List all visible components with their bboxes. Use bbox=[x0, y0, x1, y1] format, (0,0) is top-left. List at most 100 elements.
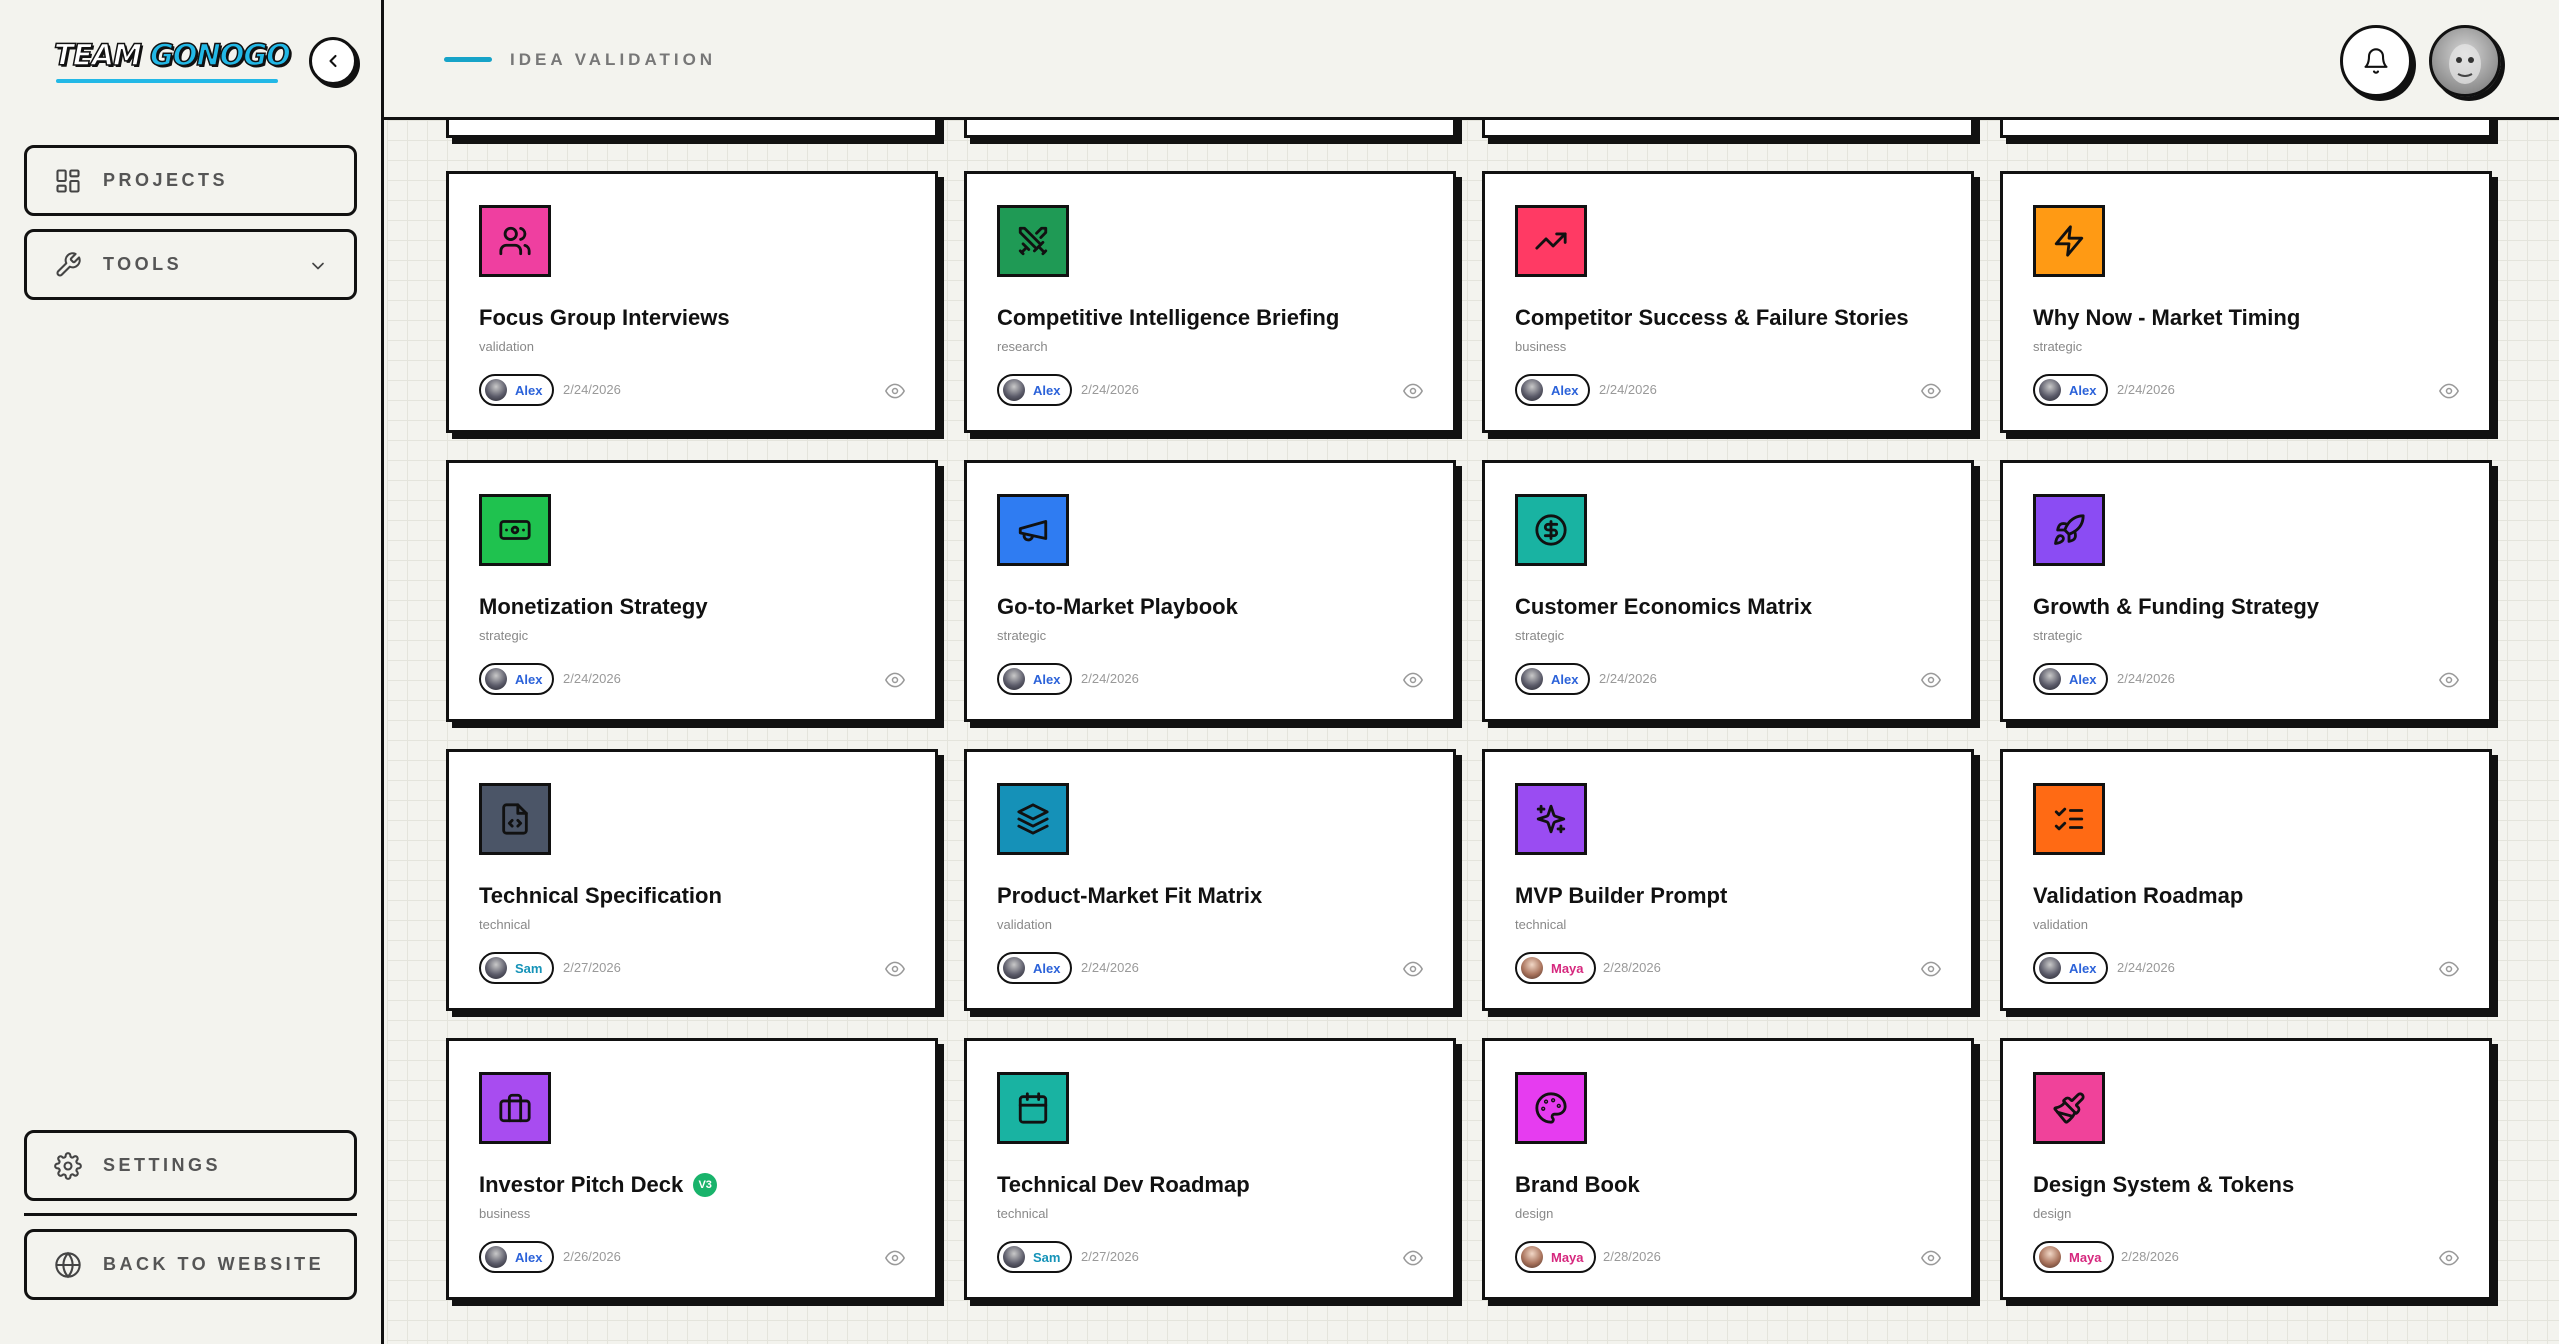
card-category: design bbox=[2033, 1206, 2072, 1221]
author-pill[interactable]: Alex bbox=[1515, 374, 1591, 406]
document-card[interactable]: Competitive Intelligence Briefing researc… bbox=[964, 171, 1456, 433]
card-category: strategic bbox=[2033, 628, 2083, 643]
document-card[interactable]: Focus Group Interviews validation Alex 2/24… bbox=[446, 171, 938, 433]
author-name: Alex bbox=[515, 1249, 543, 1265]
eye-icon[interactable] bbox=[1403, 959, 1423, 984]
card-title-text: Competitive Intelligence Briefing bbox=[997, 305, 1340, 330]
document-card[interactable]: Design System & Tokens design Maya 2/28/202… bbox=[2000, 1038, 2492, 1300]
avatar bbox=[485, 1246, 507, 1268]
author-pill[interactable]: Alex bbox=[997, 663, 1073, 695]
eye-icon[interactable] bbox=[885, 670, 905, 695]
card-category: business bbox=[479, 1206, 531, 1221]
nav-tools-button[interactable]: TOOLS bbox=[24, 229, 357, 300]
card-date: 2/28/2026 bbox=[1603, 960, 1661, 975]
author-pill[interactable]: Alex bbox=[1515, 663, 1591, 695]
eye-icon[interactable] bbox=[1921, 381, 1941, 406]
author-pill[interactable]: Alex bbox=[997, 374, 1073, 406]
author-pill[interactable]: Maya bbox=[1515, 952, 1596, 984]
eye-icon[interactable] bbox=[1403, 381, 1423, 406]
calendar-icon bbox=[1018, 1092, 1048, 1124]
dollar-circle-icon bbox=[1535, 514, 1567, 546]
card-partial[interactable] bbox=[964, 120, 1456, 138]
document-card[interactable]: Growth & Funding Strategy strategic Alex 2/… bbox=[2000, 460, 2492, 722]
document-card[interactable]: Product-Market Fit Matrix validation Alex 2… bbox=[964, 749, 1456, 1011]
eye-icon[interactable] bbox=[2439, 1248, 2459, 1273]
author-pill[interactable]: Sam bbox=[479, 952, 555, 984]
document-card[interactable]: Validation Roadmap validation Alex 2/24/202… bbox=[2000, 749, 2492, 1011]
document-card[interactable]: Technical Specification technical Sam 2/27/… bbox=[446, 749, 938, 1011]
card-title: MVP Builder Prompt bbox=[1515, 883, 1727, 909]
card-partial[interactable] bbox=[446, 120, 938, 138]
avatar bbox=[1521, 379, 1543, 401]
eye-icon[interactable] bbox=[885, 959, 905, 984]
author-name: Maya bbox=[2069, 1249, 2102, 1265]
chevron-down-icon bbox=[308, 256, 328, 281]
card-title: Product-Market Fit Matrix bbox=[997, 883, 1262, 909]
document-card[interactable]: MVP Builder Prompt technical Maya 2/28/2026 bbox=[1482, 749, 1974, 1011]
card-icon-tile bbox=[2033, 494, 2105, 566]
document-card[interactable]: Investor Pitch Deck V3 business Alex 2/26/20… bbox=[446, 1038, 938, 1300]
avatar bbox=[2039, 1246, 2061, 1268]
card-date: 2/28/2026 bbox=[2121, 1249, 2179, 1264]
author-pill[interactable]: Alex bbox=[2033, 663, 2109, 695]
author-pill[interactable]: Alex bbox=[479, 374, 555, 406]
document-card[interactable]: Competitor Success & Failure Stories busi… bbox=[1482, 171, 1974, 433]
document-card[interactable]: Go-to-Market Playbook strategic Alex 2/24/2… bbox=[964, 460, 1456, 722]
eye-icon[interactable] bbox=[2439, 959, 2459, 984]
author-pill[interactable]: Alex bbox=[997, 952, 1073, 984]
avatar-image bbox=[2449, 44, 2481, 84]
sparkles-icon bbox=[1536, 804, 1566, 834]
author-name: Alex bbox=[1551, 671, 1579, 687]
card-date: 2/24/2026 bbox=[563, 671, 621, 686]
card-title-text: Technical Specification bbox=[479, 883, 722, 908]
logo-text-gonogo: GONOGO bbox=[149, 37, 291, 73]
card-date: 2/24/2026 bbox=[563, 382, 621, 397]
eye-icon[interactable] bbox=[2439, 381, 2459, 406]
eye-icon[interactable] bbox=[1921, 959, 1941, 984]
card-icon-tile bbox=[1515, 1072, 1587, 1144]
avatar bbox=[2039, 379, 2061, 401]
eye-icon[interactable] bbox=[1403, 670, 1423, 695]
card-category: validation bbox=[479, 339, 534, 354]
user-avatar-button[interactable] bbox=[2429, 25, 2501, 97]
author-pill[interactable]: Alex bbox=[2033, 952, 2109, 984]
card-title-text: Brand Book bbox=[1515, 1172, 1640, 1197]
document-card[interactable]: Why Now - Market Timing strategic Alex 2/24… bbox=[2000, 171, 2492, 433]
nav-projects-button[interactable]: PROJECTS bbox=[24, 145, 357, 216]
author-pill[interactable]: Maya bbox=[2033, 1241, 2114, 1273]
document-card[interactable]: Monetization Strategy strategic Alex 2/24/2… bbox=[446, 460, 938, 722]
paintbrush-icon bbox=[2053, 1092, 2085, 1124]
card-date: 2/24/2026 bbox=[1081, 382, 1139, 397]
card-title: Technical Dev Roadmap bbox=[997, 1172, 1250, 1198]
author-pill[interactable]: Alex bbox=[2033, 374, 2109, 406]
author-pill[interactable]: Alex bbox=[479, 663, 555, 695]
version-badge: V3 bbox=[693, 1173, 718, 1197]
card-date: 2/24/2026 bbox=[1081, 671, 1139, 686]
document-card[interactable]: Brand Book design Maya 2/28/2026 bbox=[1482, 1038, 1974, 1300]
eye-icon[interactable] bbox=[1921, 670, 1941, 695]
eye-icon[interactable] bbox=[1921, 1248, 1941, 1273]
layers-icon bbox=[1017, 803, 1049, 835]
author-pill[interactable]: Maya bbox=[1515, 1241, 1596, 1273]
document-card[interactable]: Customer Economics Matrix strategic Alex 2/… bbox=[1482, 460, 1974, 722]
collapse-sidebar-button[interactable] bbox=[309, 37, 357, 85]
back-to-website-button[interactable]: BACK TO WEBSITE bbox=[24, 1229, 357, 1300]
card-partial[interactable] bbox=[1482, 120, 1974, 138]
document-card[interactable]: Technical Dev Roadmap technical Sam 2/27/20… bbox=[964, 1038, 1456, 1300]
card-category: strategic bbox=[479, 628, 529, 643]
notifications-button[interactable] bbox=[2340, 25, 2412, 97]
card-title: Customer Economics Matrix bbox=[1515, 594, 1812, 620]
logo[interactable]: TEAM GONOGO bbox=[53, 37, 291, 73]
eye-icon[interactable] bbox=[885, 381, 905, 406]
eye-icon[interactable] bbox=[885, 1248, 905, 1273]
eye-icon[interactable] bbox=[1403, 1248, 1423, 1273]
logo-underline bbox=[56, 79, 278, 83]
card-partial[interactable] bbox=[2000, 120, 2492, 138]
nav-settings-button[interactable]: SETTINGS bbox=[24, 1130, 357, 1201]
eye-icon[interactable] bbox=[2439, 670, 2459, 695]
author-pill[interactable]: Alex bbox=[479, 1241, 555, 1273]
back-to-website-label: BACK TO WEBSITE bbox=[103, 1254, 325, 1274]
bell-icon bbox=[2364, 48, 2388, 74]
avatar bbox=[1003, 379, 1025, 401]
author-pill[interactable]: Sam bbox=[997, 1241, 1073, 1273]
